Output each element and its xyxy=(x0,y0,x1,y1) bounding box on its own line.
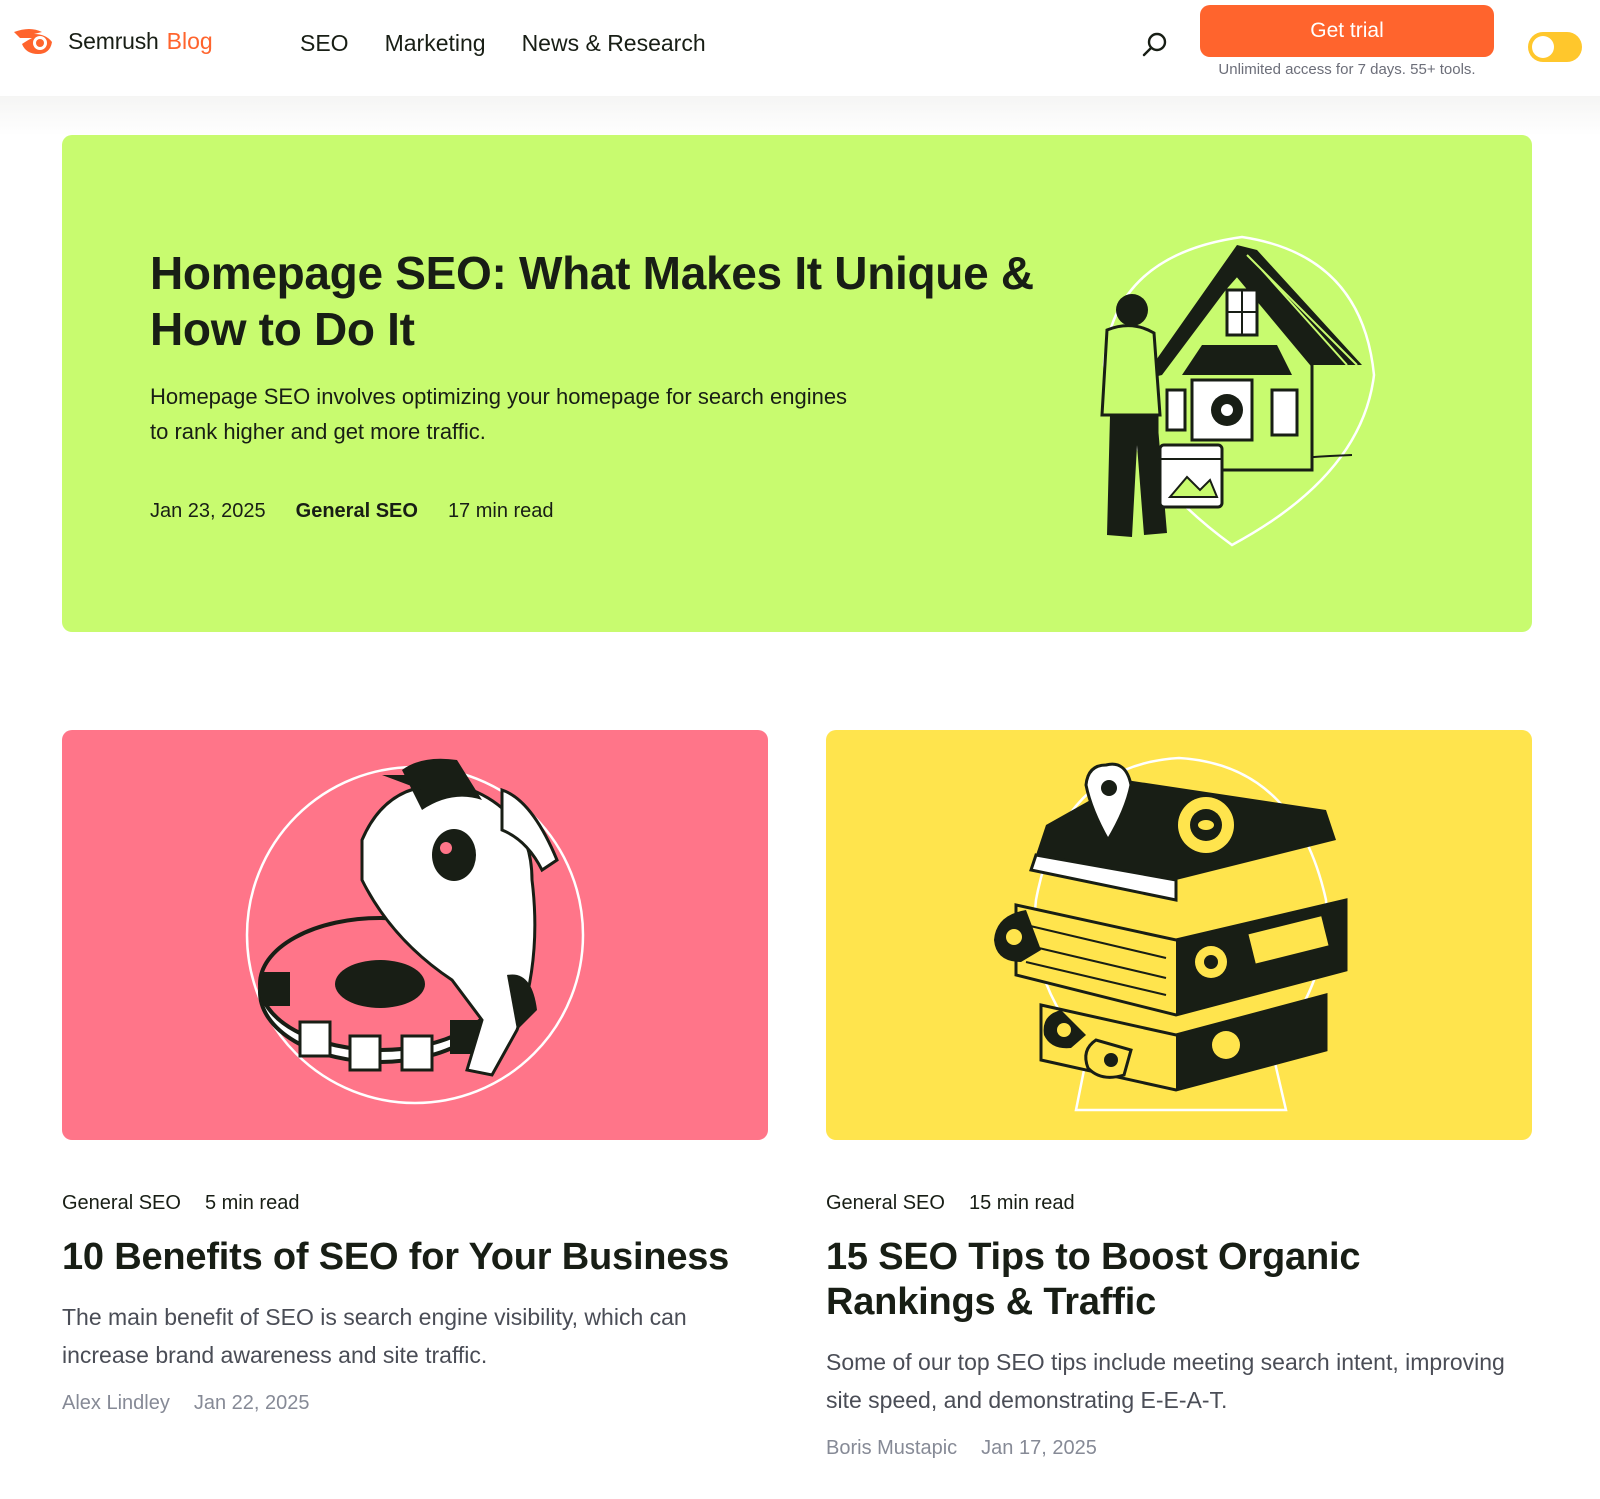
article-card-meta: General SEO 5 min read xyxy=(62,1192,768,1215)
article-card-description: The main benefit of SEO is search engine… xyxy=(62,1304,687,1368)
article-card-meta: General SEO 15 min read xyxy=(826,1192,1532,1215)
house-illustration xyxy=(1100,235,1376,547)
dog-gear-illustration xyxy=(245,758,585,1105)
article-card-title[interactable]: 10 Benefits of SEO for Your Business xyxy=(62,1235,768,1280)
search-icon[interactable] xyxy=(1140,30,1170,60)
featured-article-read-time: 17 min read xyxy=(447,500,554,522)
article-card-date: Jan 17, 2025 xyxy=(981,1437,1097,1459)
theme-toggle[interactable] xyxy=(1528,32,1582,62)
article-card-category[interactable]: General SEO xyxy=(62,1192,181,1215)
article-card-read-time: 15 min read xyxy=(968,1192,1075,1214)
article-card[interactable]: General SEO 15 min read 15 SEO Tips to B… xyxy=(826,730,1532,1460)
article-card-read-time: 5 min read xyxy=(204,1192,300,1214)
article-card-category[interactable]: General SEO xyxy=(826,1192,945,1215)
featured-article-meta: Jan 23, 2025 General SEO 17 min read xyxy=(150,500,554,523)
article-card-date: Jan 22, 2025 xyxy=(193,1392,310,1414)
nav-item-news-research[interactable]: News & Research xyxy=(522,30,706,57)
toggle-knob xyxy=(1532,36,1554,58)
logo-name: Semrush xyxy=(68,27,159,54)
article-card-image[interactable] xyxy=(826,730,1532,1140)
featured-article-description: Homepage SEO involves optimizing your ho… xyxy=(150,384,848,444)
header-divider xyxy=(0,96,1600,136)
article-card[interactable]: General SEO 5 min read 10 Benefits of SE… xyxy=(62,730,768,1415)
article-card-author[interactable]: Boris Mustapic xyxy=(826,1437,957,1460)
semrush-blog-logo[interactable]: Semrush Blog xyxy=(12,24,213,58)
article-card-description: Some of our top SEO tips include meeting… xyxy=(826,1349,1505,1413)
nav-item-marketing[interactable]: Marketing xyxy=(385,30,486,57)
article-card-author[interactable]: Alex Lindley xyxy=(62,1392,170,1415)
main-nav: SEO Marketing News & Research xyxy=(300,30,706,57)
article-card-title[interactable]: 15 SEO Tips to Boost Organic Rankings & … xyxy=(826,1235,1532,1325)
featured-article-date: Jan 23, 2025 xyxy=(150,500,266,522)
article-card-byline: Alex Lindley Jan 22, 2025 xyxy=(62,1392,768,1415)
article-card-byline: Boris Mustapic Jan 17, 2025 xyxy=(826,1437,1532,1460)
logo-blog: Blog xyxy=(166,27,213,54)
books-illustration xyxy=(994,756,1348,1112)
nav-item-seo[interactable]: SEO xyxy=(300,30,349,57)
featured-article-category[interactable]: General SEO xyxy=(296,500,418,523)
get-trial-button[interactable]: Get trial xyxy=(1200,5,1494,57)
featured-article-title[interactable]: Homepage SEO: What Makes It Unique & How… xyxy=(150,245,1050,357)
featured-article-card[interactable]: Homepage SEO: What Makes It Unique & How… xyxy=(62,135,1532,632)
semrush-logo-icon xyxy=(14,29,52,54)
site-header: Semrush Blog SEO Marketing News & Resear… xyxy=(0,0,1600,96)
trial-note: Unlimited access for 7 days. 55+ tools. xyxy=(1218,61,1476,78)
article-card-image[interactable] xyxy=(62,730,768,1140)
